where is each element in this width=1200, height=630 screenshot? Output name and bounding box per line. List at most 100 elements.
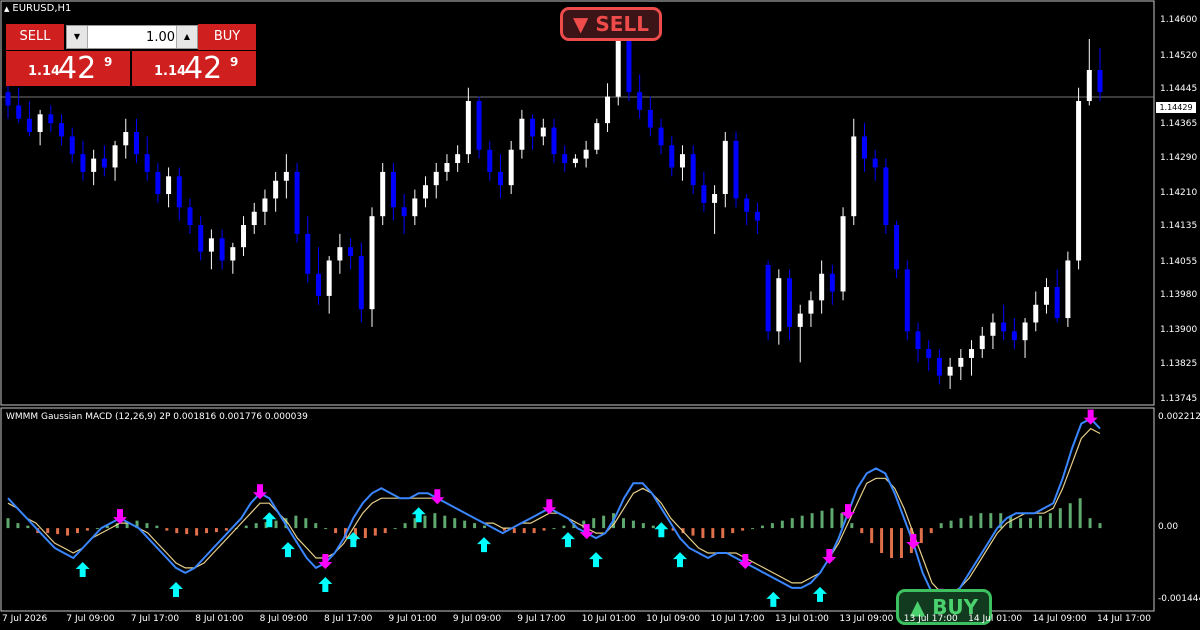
histogram-bar [254,523,258,529]
histogram-bar [979,513,983,529]
histogram-bar [1078,498,1082,529]
histogram-bar [522,528,526,534]
candle-body [765,264,771,332]
histogram-bar [75,528,79,534]
histogram-bar [741,528,745,531]
price-axis-tick: 1.14055 [1160,256,1198,267]
candle-body [476,101,482,150]
histogram-bar [860,528,864,534]
current-price-tag: 1.14429 [1156,102,1196,113]
chart-canvas[interactable] [0,0,1200,630]
candle-body [1043,287,1049,305]
time-axis-tick: 9 Jul 09:00 [452,614,502,624]
buy-arrow-shape [75,562,90,578]
sell-button[interactable]: SELL [6,24,64,50]
sell-price-quote[interactable]: 1.14 42 9 [6,51,130,86]
time-axis-tick: 8 Jul 09:00 [259,614,308,624]
price-axis-tick: 1.14365 [1160,119,1198,130]
histogram-bar [363,528,367,539]
histogram-bar [880,528,884,554]
histogram-bar [899,528,903,558]
sell-signal-badge: ▼ SELL [560,7,662,41]
histogram-bar [244,525,248,529]
candle-body [48,114,54,124]
price-axis-tick: 1.14445 [1160,83,1198,94]
histogram-bar [552,528,556,530]
candle-body [637,92,643,110]
histogram-bar [46,528,50,534]
candle-body [679,154,685,168]
candle-body [915,331,921,350]
histogram-bar [26,525,30,529]
candle-body [690,154,696,186]
histogram-bar [542,528,546,531]
candle-body [658,127,664,146]
candle-body [840,216,846,292]
candle-body [712,194,718,203]
buy-button[interactable]: BUY [198,24,256,50]
histogram-bar [751,528,755,530]
sell-arrow-icon [253,484,267,500]
candle-body [187,207,193,226]
histogram-bar [790,518,794,529]
buy-arrow-icon [766,591,781,607]
time-axis-tick: 13 Jul 17:00 [903,614,958,624]
histogram-bar [959,518,963,529]
candle-body [894,225,900,270]
sell-price-pips: 42 [58,51,97,86]
histogram-bar [870,528,874,544]
time-axis-tick: 10 Jul 17:00 [710,614,765,624]
candle-body [958,357,964,367]
candle-body [390,171,396,208]
histogram-bar [890,528,894,558]
candle-body [926,349,932,358]
histogram-bar [919,528,923,544]
histogram-bar [403,523,407,529]
buy-arrow-icon [346,532,361,548]
sell-price-fraction: 9 [104,55,113,69]
candle-body [91,158,97,172]
time-axis-tick: 13 Jul 01:00 [774,614,829,624]
candle-body [166,176,172,195]
candle-body [294,171,300,234]
lot-increase-icon[interactable]: ▲ [176,26,197,48]
time-axis-tick: 10 Jul 09:00 [646,614,701,624]
histogram-bar [195,528,199,536]
histogram-bar [423,515,427,529]
candle-body [519,118,525,150]
histogram-bar [1019,518,1023,529]
time-axis-tick: 9 Jul 01:00 [388,614,437,624]
buy-arrow-shape [169,581,183,597]
histogram-bar [453,518,457,529]
buy-arrow-shape [673,552,687,568]
histogram-bar [760,525,764,529]
buy-price-prefix: 1.14 [154,64,187,79]
candle-body [605,96,611,124]
lot-size-input[interactable] [89,26,181,48]
candle-body [37,114,43,133]
price-axis-tick: 1.14135 [1160,221,1198,232]
symbol-triangle-icon: ▲ [4,5,10,13]
buy-arrow-icon [813,586,827,602]
candle-body [219,238,225,261]
histogram-bar [939,523,943,529]
histogram-bar [145,523,149,529]
lot-decrease-icon[interactable]: ▼ [67,26,88,48]
histogram-bar [185,528,189,535]
histogram-bar [1029,518,1033,529]
candle-body [208,238,214,252]
histogram-bar [532,528,536,534]
histogram-bar [621,518,625,529]
candle-body [979,335,985,350]
buy-price-quote[interactable]: 1.14 42 9 [132,51,256,86]
histogram-bar [463,520,467,529]
buy-arrow-shape [654,522,669,538]
candle-body [444,163,450,172]
sell-arrow-shape [318,553,333,569]
candle-body [315,273,321,296]
candle-body [572,158,578,164]
histogram-bar [6,518,10,529]
candle-body [401,207,407,217]
histogram-bar [1038,515,1042,529]
histogram-bar [592,518,596,529]
